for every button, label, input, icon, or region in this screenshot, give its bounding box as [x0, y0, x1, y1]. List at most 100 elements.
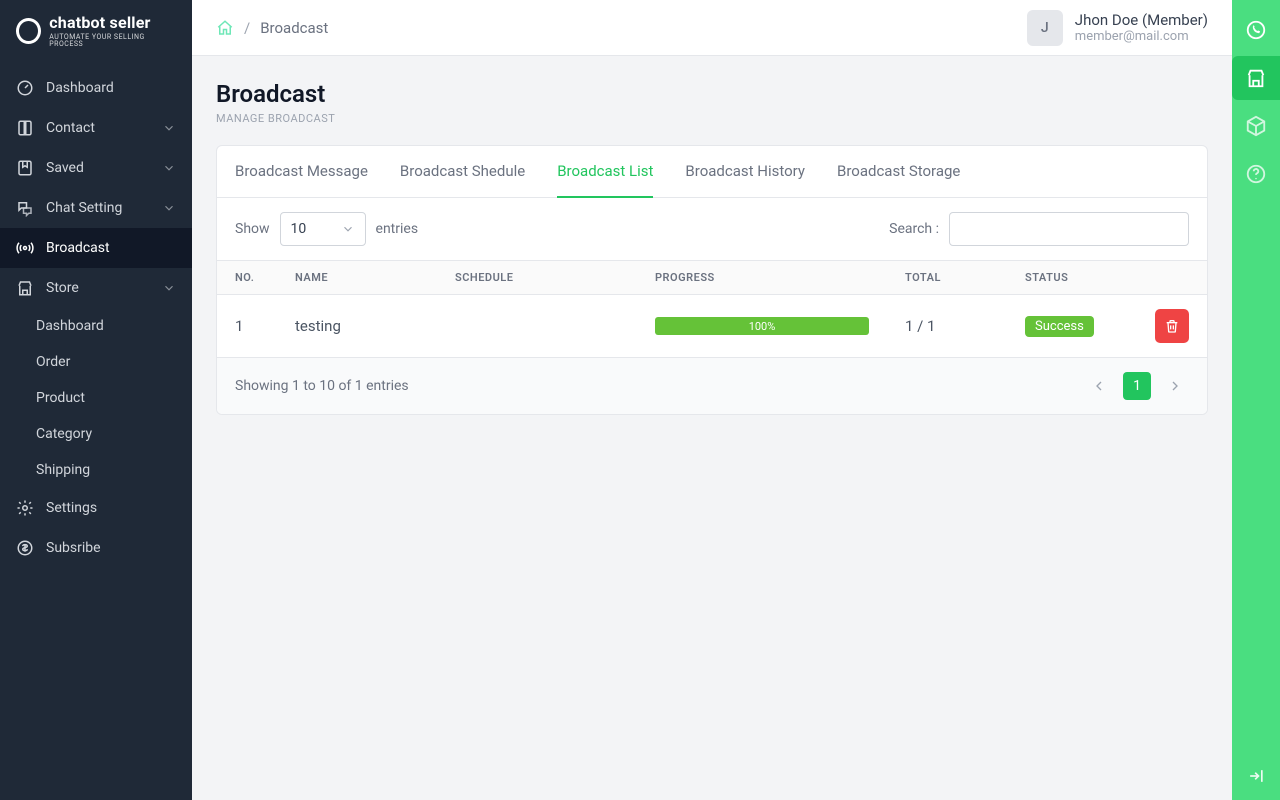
tab-broadcast-storage[interactable]: Broadcast Storage: [837, 146, 960, 198]
brand: chatbot seller AUTOMATE YOUR SELLING PRO…: [0, 0, 192, 62]
store-icon: [1245, 67, 1267, 89]
subnav-item-dashboard[interactable]: Dashboard: [36, 308, 192, 344]
nav-label: Saved: [46, 160, 84, 176]
nav-item-settings[interactable]: Settings: [0, 488, 192, 528]
subnav-item-product[interactable]: Product: [36, 380, 192, 416]
whatsapp-icon: [1245, 19, 1267, 41]
nav-item-dashboard[interactable]: Dashboard: [0, 68, 192, 108]
right-rail: [1232, 0, 1280, 800]
chevron-down-icon: [162, 161, 176, 175]
subnav-label: Dashboard: [36, 318, 104, 334]
rail-item-package[interactable]: [1232, 104, 1280, 148]
page-title: Broadcast: [216, 80, 1208, 108]
tab-broadcast-list[interactable]: Broadcast List: [557, 146, 653, 198]
gauge-icon: [16, 79, 34, 97]
subnav-item-category[interactable]: Category: [36, 416, 192, 452]
chevron-down-icon: [162, 121, 176, 135]
page-size-select[interactable]: 10: [280, 212, 366, 246]
table-row: 1 testing 100% 1 / 1 Success: [217, 295, 1207, 358]
cell-name: testing: [277, 295, 437, 358]
book-icon: [16, 119, 34, 137]
pagination: 1: [1085, 372, 1189, 400]
showing-text: Showing 1 to 10 of 1 entries: [235, 378, 409, 394]
nav-label: Broadcast: [46, 240, 110, 256]
page-content: Broadcast MANAGE BROADCAST Broadcast Mes…: [192, 56, 1232, 439]
progress-bar-track: 100%: [655, 317, 869, 335]
topbar: / Broadcast J Jhon Doe (Member) member@m…: [192, 0, 1232, 56]
broadcast-icon: [16, 239, 34, 257]
tab-broadcast-history[interactable]: Broadcast History: [685, 146, 805, 198]
brand-title: chatbot seller: [49, 15, 176, 31]
main-nav: Dashboard Contact Saved: [0, 62, 192, 568]
col-header-total: TOTAL: [887, 261, 1007, 295]
nav-item-chat-setting[interactable]: Chat Setting: [0, 188, 192, 228]
search-label: Search :: [889, 221, 939, 237]
subnav-item-order[interactable]: Order: [36, 344, 192, 380]
broadcast-card: Broadcast Message Broadcast Shedule Broa…: [216, 145, 1208, 415]
pager-next[interactable]: [1161, 372, 1189, 400]
brand-logo-icon: [16, 18, 41, 44]
show-label-post: entries: [376, 221, 419, 237]
tab-broadcast-schedule[interactable]: Broadcast Shedule: [400, 146, 525, 198]
progress-label: 100%: [749, 320, 776, 333]
col-header-actions: [1137, 261, 1207, 295]
tab-broadcast-message[interactable]: Broadcast Message: [235, 146, 368, 198]
subnav-label: Category: [36, 426, 92, 442]
delete-button[interactable]: [1155, 309, 1189, 343]
nav-item-subscribe[interactable]: Subsribe: [0, 528, 192, 568]
avatar-initial: J: [1041, 20, 1049, 36]
bookmark-icon: [16, 159, 34, 177]
tab-label: Broadcast History: [685, 162, 805, 180]
nav-item-saved[interactable]: Saved: [0, 148, 192, 188]
subnav-item-shipping[interactable]: Shipping: [36, 452, 192, 488]
page-subtitle: MANAGE BROADCAST: [216, 112, 1208, 125]
nav-label: Contact: [46, 120, 95, 136]
cell-progress: 100%: [637, 295, 887, 358]
col-header-no: NO.: [217, 261, 277, 295]
chevron-right-icon: [1167, 378, 1183, 394]
broadcast-table: NO. NAME SCHEDULE PROGRESS TOTAL STATUS …: [217, 260, 1207, 358]
help-icon: [1245, 163, 1267, 185]
collapse-right-icon: [1246, 766, 1266, 786]
subnav-label: Shipping: [36, 462, 90, 478]
chevron-left-icon: [1091, 378, 1107, 394]
chevron-down-icon: [341, 222, 355, 236]
nav-item-broadcast[interactable]: Broadcast: [0, 228, 192, 268]
pager-prev[interactable]: [1085, 372, 1113, 400]
progress-bar-fill: 100%: [655, 317, 869, 335]
chat-icon: [16, 199, 34, 217]
cell-actions: [1137, 295, 1207, 358]
avatar: J: [1027, 10, 1063, 46]
cell-status: Success: [1007, 295, 1137, 358]
tab-label: Broadcast Shedule: [400, 162, 525, 180]
main-area: / Broadcast J Jhon Doe (Member) member@m…: [192, 0, 1232, 800]
status-badge: Success: [1025, 316, 1094, 337]
chevron-down-icon: [162, 281, 176, 295]
rail-item-help[interactable]: [1232, 152, 1280, 196]
pager-page-1[interactable]: 1: [1123, 372, 1151, 400]
search-input[interactable]: [949, 212, 1189, 246]
store-icon: [16, 279, 34, 297]
subnav-label: Order: [36, 354, 70, 370]
rail-collapse-button[interactable]: [1232, 752, 1280, 800]
nav-label: Dashboard: [46, 80, 114, 96]
show-label-pre: Show: [235, 221, 270, 237]
home-icon[interactable]: [216, 19, 234, 37]
nav-item-contact[interactable]: Contact: [0, 108, 192, 148]
brand-subtitle: AUTOMATE YOUR SELLING PROCESS: [49, 34, 176, 48]
page-header: Broadcast MANAGE BROADCAST: [216, 80, 1208, 125]
user-area[interactable]: J Jhon Doe (Member) member@mail.com: [1027, 10, 1208, 46]
nav-label: Store: [46, 280, 79, 296]
tab-bar: Broadcast Message Broadcast Shedule Broa…: [217, 146, 1207, 198]
rail-item-whatsapp[interactable]: [1232, 8, 1280, 52]
col-header-name: NAME: [277, 261, 437, 295]
pager-page-label: 1: [1133, 378, 1141, 394]
rail-item-store[interactable]: [1232, 56, 1280, 100]
page-size-value: 10: [291, 221, 307, 237]
breadcrumb-separator: /: [244, 19, 250, 37]
col-header-progress: PROGRESS: [637, 261, 887, 295]
dollar-icon: [16, 539, 34, 557]
subnav-label: Product: [36, 390, 85, 406]
nav-item-store[interactable]: Store: [0, 268, 192, 308]
breadcrumb: / Broadcast: [216, 19, 328, 37]
